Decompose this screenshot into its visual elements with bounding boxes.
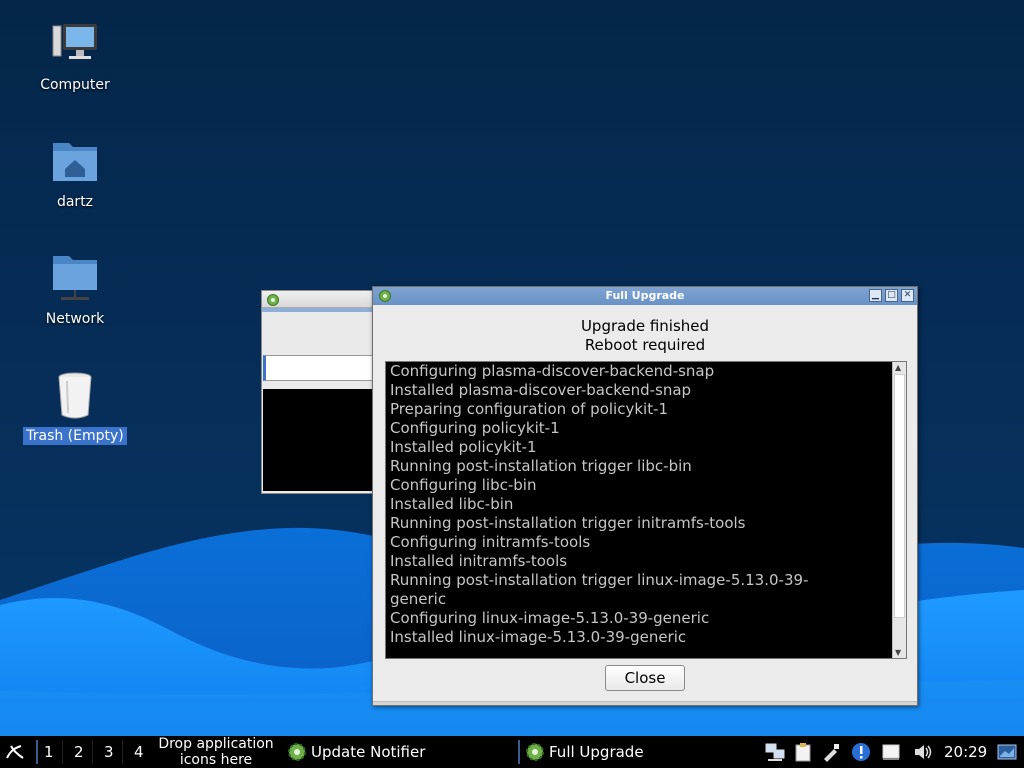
status-heading: Upgrade finished Reboot required	[373, 317, 917, 355]
separator	[62, 740, 63, 764]
clock[interactable]: 20:29	[944, 736, 987, 768]
gear-icon	[288, 743, 306, 761]
volume-icon[interactable]	[912, 741, 934, 763]
scroll-up-arrow-icon[interactable]: ▲	[895, 363, 901, 372]
gear-icon	[526, 743, 544, 761]
quicklaunch-drop-area[interactable]: Drop application icons here	[153, 736, 279, 768]
log-line: Installed libc-bin	[390, 495, 514, 513]
separator	[518, 740, 520, 764]
computer-icon	[49, 20, 101, 72]
log-line: Configuring linux-image-5.13.0-39-generi…	[390, 609, 710, 627]
home-folder-icon	[49, 137, 101, 189]
desktop-icon-trash[interactable]: Trash (Empty)	[20, 371, 130, 445]
gear-icon	[379, 290, 391, 302]
show-desktop-icon[interactable]	[996, 741, 1018, 763]
update-alert-icon[interactable]	[850, 741, 872, 763]
log-line: Preparing configuration of policykit-1	[390, 400, 669, 418]
dialog-title: Full Upgrade	[605, 289, 685, 302]
desktop-icon-label: Trash (Empty)	[23, 427, 127, 445]
desktop-icon-label: Computer	[40, 77, 110, 93]
clipboard-icon[interactable]	[792, 741, 814, 763]
window-titlebar[interactable]	[262, 291, 380, 308]
terminal-area	[263, 389, 379, 491]
separator	[36, 740, 38, 764]
desktop-switch-2[interactable]: 2	[74, 736, 84, 768]
taskbar: 1 2 3 4 Drop application icons here Upda…	[0, 736, 1024, 768]
background-window[interactable]	[261, 290, 381, 494]
start-menu-button[interactable]	[3, 736, 27, 768]
scrollbar-thumb[interactable]	[894, 374, 905, 618]
trash-icon	[49, 371, 101, 423]
desktop-icon-home[interactable]: dartz	[20, 137, 130, 211]
desktop: Computer dartz Network Trash (Empty) Ful…	[0, 0, 1024, 736]
log-line: Installed initramfs-tools	[390, 552, 568, 570]
log-lines: Configuring plasma-discover-backend-snap…	[390, 362, 886, 647]
desktop-icon-label: Network	[45, 311, 105, 327]
log-line: Running post-installation trigger libc-b…	[390, 457, 692, 475]
log-line: Installed linux-image-5.13.0-39-generic	[390, 628, 687, 646]
task-full-upgrade[interactable]: Full Upgrade	[524, 736, 644, 768]
log-line: Configuring libc-bin	[390, 476, 537, 494]
gear-icon	[267, 294, 279, 306]
network-monitor-icon[interactable]	[764, 741, 786, 763]
separator	[92, 740, 93, 764]
dialog-bottom-edge	[373, 701, 917, 705]
task-label: Full Upgrade	[549, 743, 644, 761]
log-line: Configuring policykit-1	[390, 419, 560, 437]
log-line: Installed plasma-discover-backend-snap	[390, 381, 692, 399]
log-scrollbar[interactable]: ▲ ▼	[892, 362, 906, 658]
status-line-finished: Upgrade finished	[580, 317, 710, 335]
log-line: Installed policykit-1	[390, 438, 537, 456]
full-upgrade-dialog[interactable]: Full Upgrade ▁ □ ✕ Upgrade finished Rebo…	[372, 286, 918, 706]
log-line: Configuring plasma-discover-backend-snap	[390, 362, 715, 380]
scroll-down-arrow-icon[interactable]: ▼	[895, 648, 901, 657]
close-window-button[interactable]: ✕	[901, 289, 914, 302]
log-line: generic	[390, 590, 447, 608]
dialog-titlebar[interactable]: Full Upgrade ▁ □ ✕	[373, 287, 917, 305]
window-switcher-icon[interactable]	[880, 741, 902, 763]
network-folder-icon	[49, 254, 101, 306]
task-label: Update Notifier	[311, 743, 426, 761]
desktop-switch-1[interactable]: 1	[44, 736, 54, 768]
task-update-notifier[interactable]: Update Notifier	[286, 736, 425, 768]
separator	[122, 740, 123, 764]
upgrade-log[interactable]: Configuring plasma-discover-backend-snap…	[385, 361, 907, 659]
desktop-icon-network[interactable]: Network	[20, 254, 130, 328]
log-line: Configuring initramfs-tools	[390, 533, 591, 551]
desktop-icon-label: dartz	[56, 194, 94, 210]
log-line: Running post-installation trigger initra…	[390, 514, 746, 532]
desktop-switch-3[interactable]: 3	[104, 736, 114, 768]
close-button[interactable]: Close	[605, 665, 685, 691]
desktop-switch-4[interactable]: 4	[134, 736, 144, 768]
window-divider	[262, 308, 380, 312]
text-field[interactable]	[263, 355, 378, 381]
minimize-button[interactable]: ▁	[869, 289, 882, 302]
status-line-reboot: Reboot required	[584, 336, 706, 354]
desktop-icon-computer[interactable]: Computer	[20, 20, 130, 94]
maximize-button[interactable]: □	[885, 289, 898, 302]
lubuntu-menu-icon	[6, 745, 24, 759]
edit-tool-icon[interactable]	[820, 741, 842, 763]
log-line: Running post-installation trigger linux-…	[390, 571, 809, 589]
